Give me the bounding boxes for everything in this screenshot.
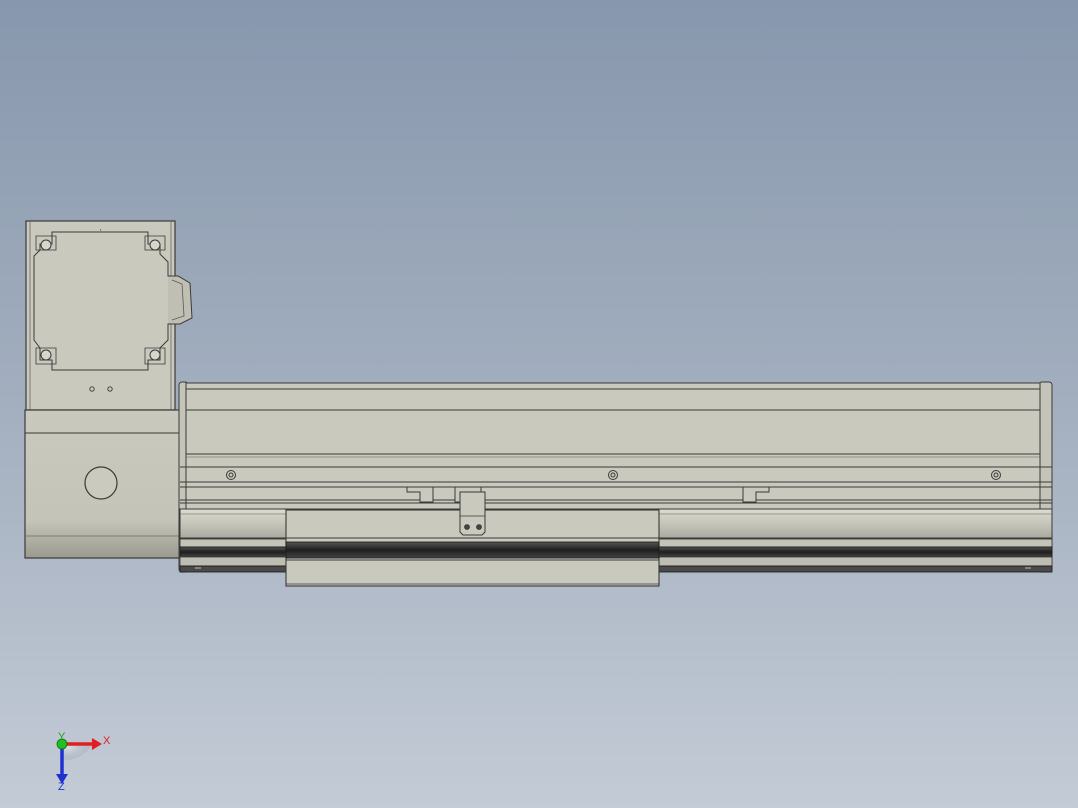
coupling-access-hole xyxy=(84,466,118,500)
triad-z-label: Z xyxy=(58,781,65,793)
cad-graphics-viewport[interactable]: X Y Z xyxy=(0,0,1078,808)
motor-base-block[interactable] xyxy=(24,409,181,559)
x-axis-arrow-icon xyxy=(92,738,102,750)
top-cover xyxy=(185,382,1041,510)
triad-y-label: Y xyxy=(58,731,66,743)
motor-assembly[interactable] xyxy=(25,220,193,411)
triad-x-label: X xyxy=(103,735,111,747)
model-view[interactable]: X Y Z xyxy=(0,0,1078,808)
coordinate-triad: X Y Z xyxy=(56,731,111,793)
